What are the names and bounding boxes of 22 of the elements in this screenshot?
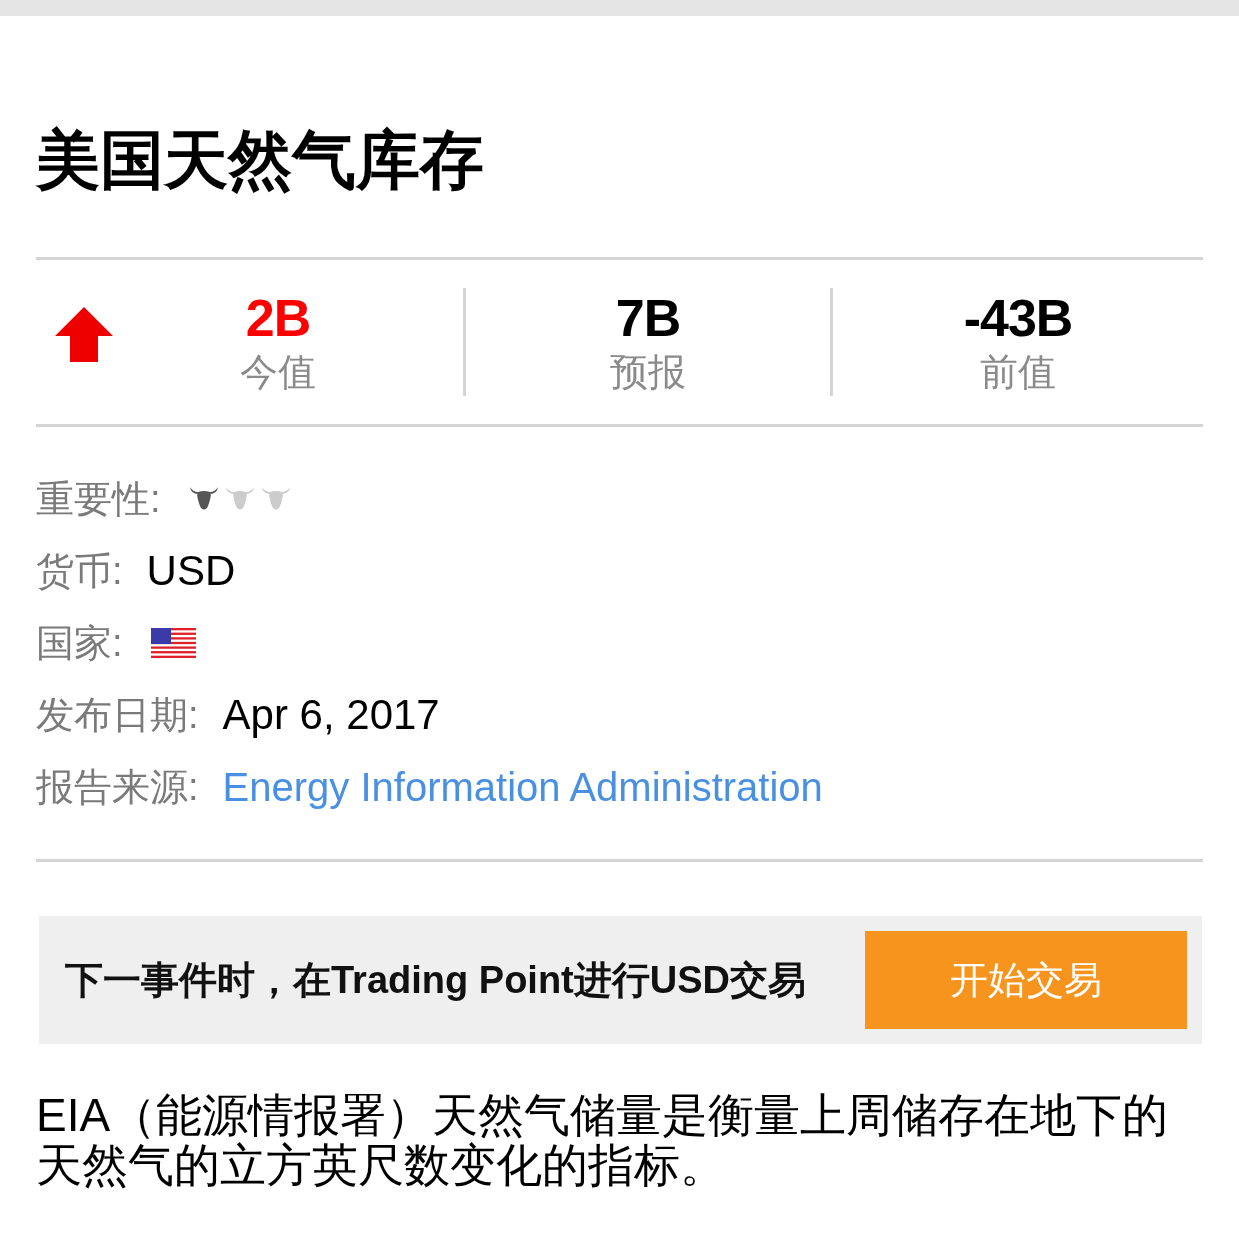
detail-label: 重要性:: [36, 477, 161, 522]
bull-icon: [260, 486, 291, 512]
stat-label: 预报: [610, 350, 686, 395]
stat-value: -43B: [963, 288, 1073, 348]
bull-icon: [224, 486, 255, 512]
promo-text: 下一事件时，在Trading Point进行USD交易: [65, 958, 806, 1003]
detail-label: 报告来源:: [36, 765, 199, 810]
start-trading-button[interactable]: 开始交易: [865, 931, 1187, 1029]
detail-value: Apr 6, 2017: [222, 690, 440, 740]
page-title: 美国天然气库存: [36, 124, 485, 196]
stat-label: 今值: [240, 350, 316, 395]
detail-label: 国家:: [36, 621, 123, 666]
stat-value: 7B: [615, 288, 681, 348]
bull-icon: [188, 486, 219, 512]
detail-value: USD: [146, 546, 236, 596]
description-text: EIA（能源情报署）天然气储量是衡量上周储存在地下的天然气的立方英尺数变化的指标。: [36, 1090, 1170, 1190]
detail-label: 发布日期:: [36, 693, 199, 738]
detail-label: 货币:: [36, 549, 123, 594]
stat-label: 前值: [980, 350, 1056, 395]
stat-value: 2B: [245, 288, 311, 348]
us-flag-icon: [150, 628, 196, 658]
source-link[interactable]: Energy Information Administration: [222, 751, 823, 823]
